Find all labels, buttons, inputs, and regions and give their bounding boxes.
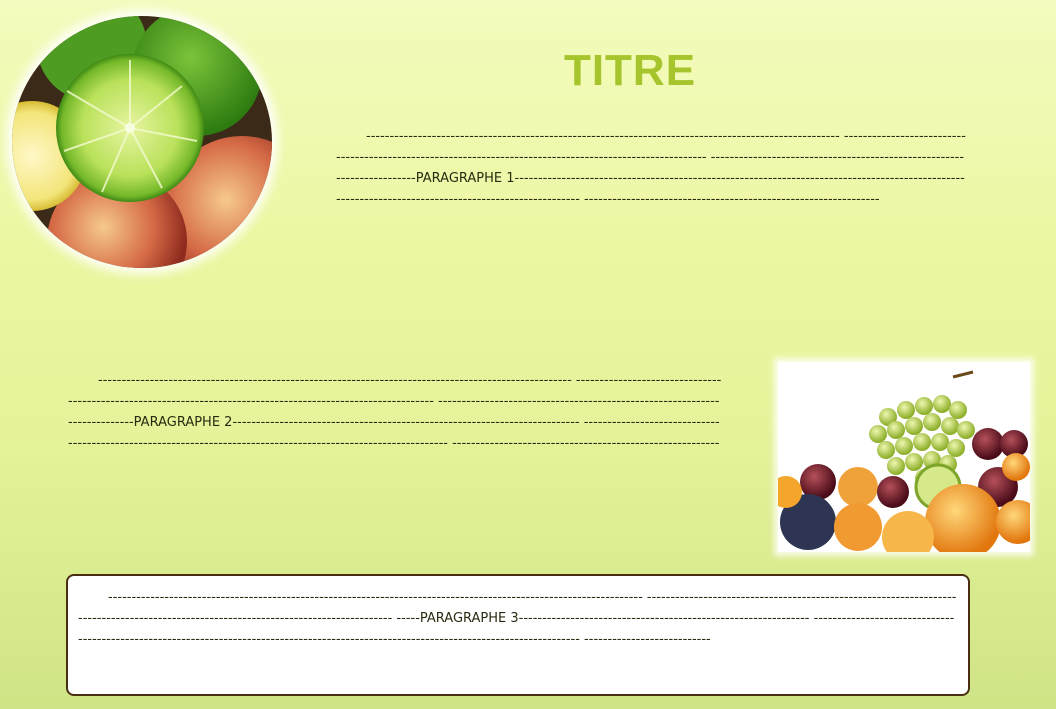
paragraph-1: ----------------------------------------…	[336, 129, 966, 207]
page-title: TITRE	[563, 46, 697, 95]
paragraph-2: ----------------------------------------…	[68, 373, 722, 451]
citrus-fruit-image	[12, 16, 272, 268]
grapes-fruit-image	[778, 362, 1030, 552]
paragraph-3: ----------------------------------------…	[78, 590, 957, 647]
